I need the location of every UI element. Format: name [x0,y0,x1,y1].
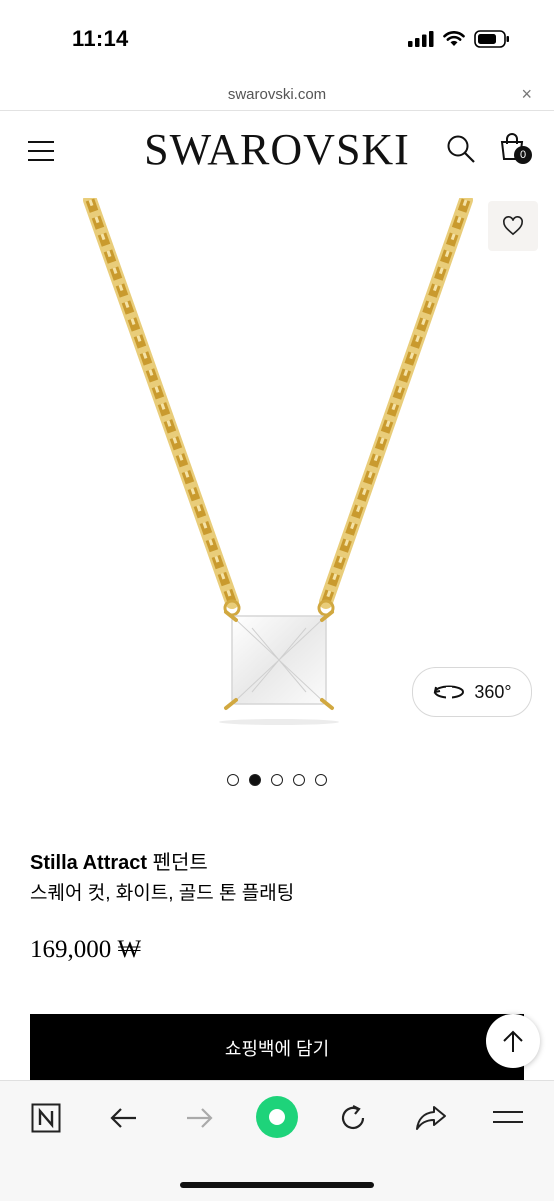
arrow-up-icon [503,1030,523,1052]
gallery-dot[interactable] [271,774,283,786]
gallery-pagination [0,774,554,786]
close-icon[interactable]: × [521,84,532,105]
gallery-dot[interactable] [315,774,327,786]
gallery-dot[interactable] [227,774,239,786]
gallery-dot[interactable] [293,774,305,786]
status-icons [408,30,510,48]
pendant-crystal [219,599,339,725]
add-to-cart-button[interactable]: 쇼핑백에 담기 [30,1014,524,1082]
wishlist-button[interactable] [488,201,538,251]
product-title-rest: 펜던트 [147,852,208,874]
wifi-icon [443,31,465,46]
view-360-label: 360° [474,681,512,702]
rotate-360-icon [434,685,465,699]
product-price: 169,000 ₩ [30,936,142,963]
forward-button[interactable] [180,1098,220,1138]
green-dot-button[interactable] [254,1094,300,1140]
product-title: Stilla Attract 펜던트 [30,846,208,875]
address-bar[interactable]: swarovski.com × [0,78,554,111]
arrow-left-icon [110,1108,136,1128]
product-image[interactable] [0,198,554,738]
gallery-dot-active[interactable] [249,774,261,786]
url-text[interactable]: swarovski.com [0,86,554,103]
reload-icon [341,1105,365,1130]
product-title-bold: Stilla Attract [30,852,148,874]
search-icon[interactable] [446,134,476,164]
chain-right [319,198,473,609]
signal-icon [408,31,434,47]
chain-left [83,198,239,609]
green-dot-icon [256,1096,298,1138]
heart-icon [503,216,523,236]
naver-home-button[interactable] [26,1098,66,1138]
more-menu-button[interactable] [488,1098,528,1138]
arrow-right-icon [187,1108,213,1128]
view-360-button[interactable]: 360° [412,667,532,717]
reload-button[interactable] [333,1098,373,1138]
share-button[interactable] [411,1098,451,1138]
naver-icon [31,1103,61,1133]
status-time: 11:14 [72,26,129,51]
share-icon [416,1106,446,1130]
home-indicator [180,1182,374,1188]
menu-lines-icon [493,1111,523,1123]
scroll-to-top-button[interactable] [486,1014,540,1068]
battery-icon [474,30,509,48]
cart-count-badge: 0 [514,146,532,164]
back-button[interactable] [103,1098,143,1138]
product-subtitle: 스퀘어 컷, 화이트, 골드 톤 플래팅 [30,883,295,904]
